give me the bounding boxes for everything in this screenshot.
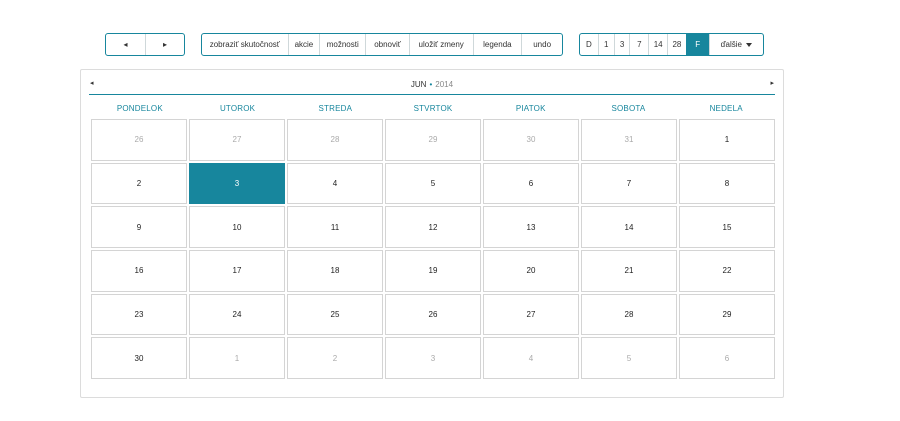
weekday-label: SOBOTA	[611, 104, 646, 113]
prev-button[interactable]: ◂	[106, 34, 145, 55]
day-cell[interactable]: 11	[287, 206, 383, 248]
view-button-7[interactable]: 7	[629, 34, 648, 55]
action-button-2[interactable]: možnosti	[319, 34, 365, 55]
day-cell[interactable]: 22	[679, 250, 775, 292]
day-cell[interactable]: 20	[483, 250, 579, 292]
day-cell[interactable]: 2	[287, 337, 383, 379]
day-cell[interactable]: 31	[581, 119, 677, 161]
day-cell[interactable]: 4	[287, 162, 383, 205]
action-button-group: zobraziť skutočnosť akcie možnosti obnoviť u…	[201, 33, 563, 56]
weekday-header: PONDELOK UTOROK STREDA STVRTOK PIATOK SOBOTA N…	[91, 104, 775, 116]
caret-down-icon	[745, 42, 752, 47]
day-cell[interactable]: 30	[483, 119, 579, 161]
day-cell[interactable]: 26	[91, 119, 187, 161]
next-button[interactable]: ▸	[144, 34, 184, 55]
day-cell[interactable]: 15	[679, 206, 775, 248]
day-cell[interactable]: 23	[91, 293, 187, 336]
day-cell[interactable]: 18	[287, 250, 383, 292]
day-cell[interactable]: 17	[189, 250, 285, 292]
day-cell[interactable]: 28	[287, 119, 383, 161]
day-cell[interactable]: 13	[483, 206, 579, 248]
day-cell[interactable]: 30	[91, 337, 187, 379]
day-cell[interactable]: 6	[483, 162, 579, 205]
day-cell-selected[interactable]: 3	[189, 162, 285, 205]
view-button-1[interactable]: 1	[597, 34, 614, 55]
day-cell[interactable]: 21	[581, 250, 677, 292]
title-divider	[89, 94, 775, 95]
day-cell[interactable]: 19	[385, 250, 481, 292]
view-button-group: D 1 3 7 14 28 Fďalšie	[579, 33, 764, 56]
day-cell[interactable]: 14	[581, 206, 677, 248]
month-title: JUN • 2014	[81, 80, 783, 89]
day-cell[interactable]: 8	[679, 162, 775, 205]
weekday-label: UTOROK	[219, 104, 256, 113]
day-cell[interactable]: 27	[483, 293, 579, 336]
day-cell[interactable]: 25	[287, 293, 383, 336]
day-cell[interactable]: 26	[385, 293, 481, 336]
day-grid: 26 27 28 29 30 31 1 2 3 4 5 6 7 8 9 10 11 12 13 14 15 16 17 18 1…	[91, 119, 775, 379]
nav-button-group: ◂ ▸	[105, 33, 185, 56]
chevron-right-icon: ▸	[162, 40, 167, 49]
day-cell[interactable]: 2	[91, 162, 187, 205]
weekday-label: STVRTOK	[413, 104, 453, 113]
day-cell[interactable]: 1	[679, 119, 775, 161]
day-cell[interactable]: 24	[189, 293, 285, 336]
weekday-label: NEDELA	[709, 104, 743, 113]
day-cell[interactable]: 5	[385, 162, 481, 205]
day-cell[interactable]: 4	[483, 337, 579, 379]
view-button-28[interactable]: 28	[667, 34, 686, 55]
calendar-panel: ◂ JUN • 2014 ▸ PONDELOK UTOROK STREDA STVRTOK…	[80, 69, 784, 398]
day-cell[interactable]: 29	[679, 293, 775, 336]
day-cell[interactable]: 12	[385, 206, 481, 248]
action-button-0[interactable]: zobraziť skutočnosť	[202, 34, 288, 55]
chevron-left-icon: ◂	[123, 40, 128, 49]
day-cell[interactable]: 3	[385, 337, 481, 379]
day-cell[interactable]: 9	[91, 206, 187, 248]
action-button-5[interactable]: legenda	[472, 34, 522, 55]
day-cell[interactable]: 6	[679, 337, 775, 379]
more-dropdown-button[interactable]: ďalšie	[708, 34, 763, 55]
action-button-4[interactable]: uložiť zmeny	[408, 34, 473, 55]
more-dropdown-label: ďalšie	[720, 40, 742, 49]
day-cell[interactable]: 10	[189, 206, 285, 248]
weekday-label: PONDELOK	[116, 104, 163, 113]
day-cell[interactable]: 16	[91, 250, 187, 292]
month-label: JUN	[410, 80, 427, 89]
year-label: 2014	[435, 80, 454, 89]
day-cell[interactable]: 1	[189, 337, 285, 379]
view-button-D[interactable]: D	[580, 34, 598, 55]
day-cell[interactable]: 27	[189, 119, 285, 161]
weekday-label: STREDA	[318, 104, 353, 113]
view-button-F[interactable]: F	[685, 34, 709, 55]
action-button-6[interactable]: undo	[521, 34, 562, 55]
title-separator: •	[429, 80, 433, 89]
next-month-icon[interactable]: ▸	[770, 79, 774, 87]
action-button-1[interactable]: akcie	[287, 34, 320, 55]
view-button-14[interactable]: 14	[648, 34, 667, 55]
action-button-3[interactable]: obnoviť	[365, 34, 409, 55]
day-cell[interactable]: 7	[581, 162, 677, 205]
view-button-3[interactable]: 3	[613, 34, 630, 55]
weekday-label: PIATOK	[515, 104, 546, 113]
day-cell[interactable]: 5	[581, 337, 677, 379]
day-cell[interactable]: 29	[385, 119, 481, 161]
day-cell[interactable]: 28	[581, 293, 677, 336]
